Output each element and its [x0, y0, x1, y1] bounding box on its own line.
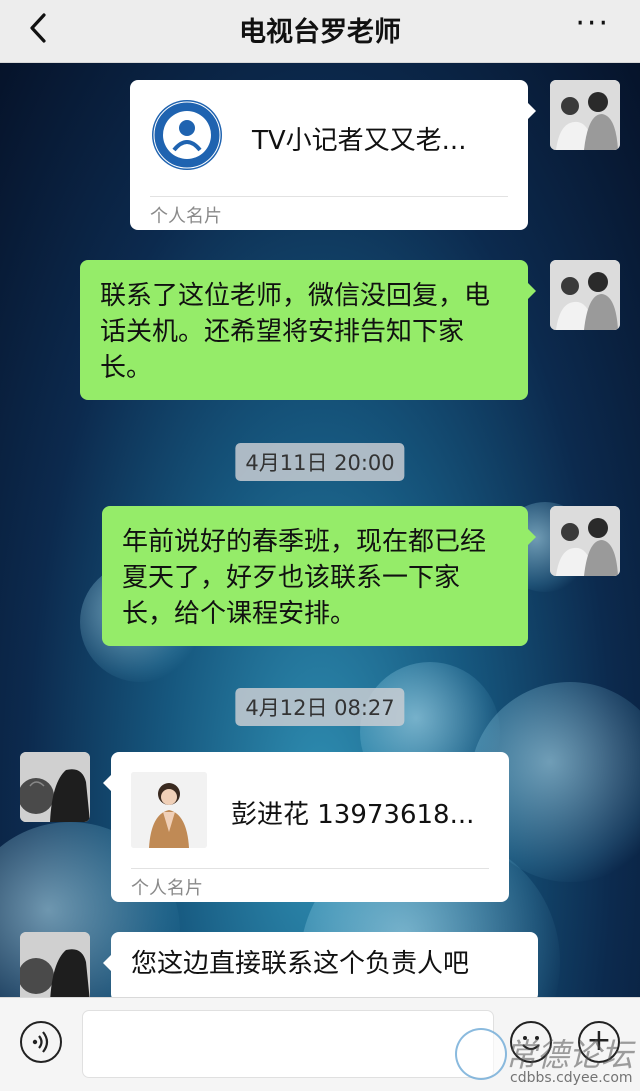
- my-avatar[interactable]: [550, 80, 620, 150]
- watermark-logo: [455, 1028, 507, 1080]
- my-avatar[interactable]: [550, 506, 620, 576]
- card-type-label: 个人名片: [150, 206, 222, 227]
- contact-avatar[interactable]: [20, 932, 90, 1002]
- card-divider: [131, 868, 489, 869]
- timestamp: 4月12日 08:27: [235, 688, 405, 726]
- contact-card[interactable]: 彭进花 13973618... 个人名片: [103, 752, 509, 902]
- chat-header: 电视台罗老师 ···: [0, 0, 640, 63]
- timestamp: 4月11日 20:00: [235, 443, 405, 481]
- watermark-url: cdbbs.cdyee.com: [510, 1070, 633, 1086]
- card-type-label: 个人名片: [131, 878, 203, 899]
- card-divider: [150, 196, 508, 197]
- received-message[interactable]: 您这边直接联系这个负责人吧: [103, 932, 538, 1002]
- contact-avatar[interactable]: [20, 752, 90, 822]
- chat-title: 电视台罗老师: [239, 17, 401, 48]
- sent-message[interactable]: 年前说好的春季班，现在都已经夏天了，好歹也该联系一下家长，给个课程安排。: [102, 506, 536, 646]
- contact-name: 彭进花 13973618...: [231, 800, 475, 830]
- my-avatar[interactable]: [550, 260, 620, 330]
- contact-card[interactable]: TV小记者又又老... 个人名片: [130, 80, 536, 230]
- message-input[interactable]: [82, 1010, 494, 1078]
- tv-reporter-logo: [150, 98, 224, 172]
- voice-input-icon[interactable]: [20, 1021, 62, 1063]
- contact-name: TV小记者又又老...: [252, 126, 467, 156]
- more-options-icon[interactable]: ···: [575, 9, 610, 39]
- contact-photo: [131, 772, 207, 848]
- sent-message[interactable]: 联系了这位老师，微信没回复，电话关机。还希望将安排告知下家长。: [80, 260, 536, 400]
